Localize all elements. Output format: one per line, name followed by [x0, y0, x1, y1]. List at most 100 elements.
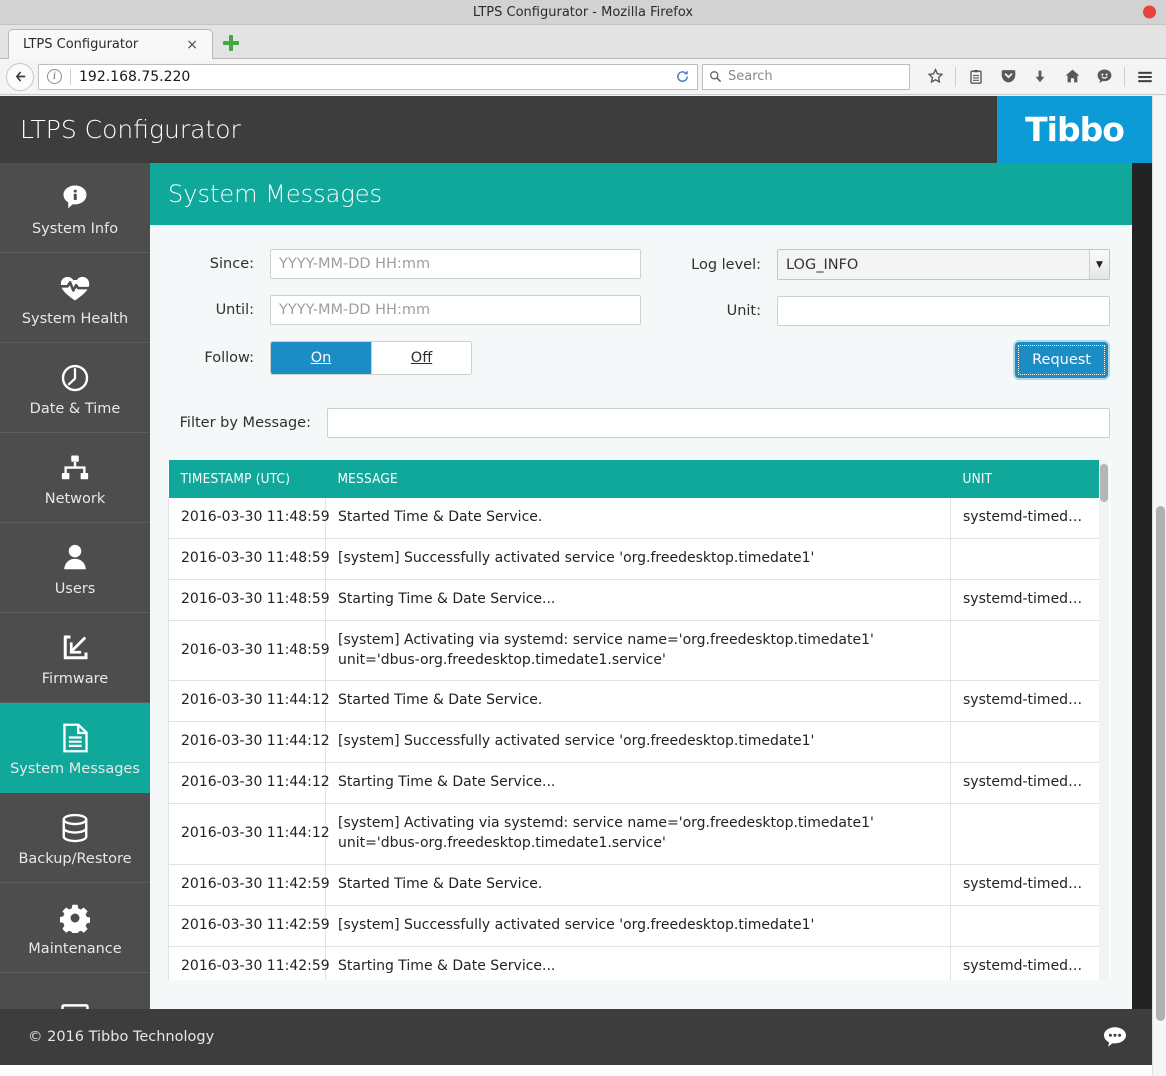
table-row[interactable]: 2016-03-30 11:48:59[system] Activating v… [169, 620, 1101, 681]
table-row[interactable]: 2016-03-30 11:44:12Started Time & Date S… [169, 681, 1101, 722]
table-row[interactable]: 2016-03-30 11:44:12[system] Activating v… [169, 804, 1101, 865]
query-form: Since: Until: Follow: [150, 225, 1132, 438]
table-row[interactable]: 2016-03-30 11:48:59Started Time & Date S… [169, 498, 1101, 538]
pocket-shield-icon[interactable] [993, 63, 1023, 91]
close-icon[interactable]: × [180, 38, 204, 52]
messages-table-zone: TIMESTAMP (UTC) MESSAGE UNIT 2016-03-30 … [150, 460, 1132, 980]
unit-row: Unit: [641, 296, 1110, 326]
messages-table-scroll[interactable]: TIMESTAMP (UTC) MESSAGE UNIT 2016-03-30 … [168, 460, 1110, 980]
column-header-message[interactable]: MESSAGE [326, 460, 951, 498]
page-title: System Messages [168, 180, 382, 208]
download-arrow-icon[interactable] [1025, 63, 1055, 91]
cell-message: Starting Time & Date Service... [326, 579, 951, 620]
follow-label: Follow: [172, 350, 270, 366]
sidebar-item-partial[interactable] [0, 973, 150, 1009]
cell-unit [951, 620, 1101, 681]
table-row[interactable]: 2016-03-30 11:44:12[system] Successfully… [169, 722, 1101, 763]
follow-row: Follow: On Off [172, 341, 641, 375]
clock-icon [60, 359, 90, 397]
filter-by-message-input[interactable] [327, 408, 1110, 438]
cell-timestamp: 2016-03-30 11:44:12 [169, 722, 326, 763]
since-input[interactable] [270, 249, 641, 279]
cell-message: [system] Activating via systemd: service… [326, 620, 951, 681]
page-scrollbar-thumb[interactable] [1156, 506, 1165, 1021]
table-row[interactable]: 2016-03-30 11:42:59[system] Successfully… [169, 905, 1101, 946]
smiley-icon[interactable] [1089, 63, 1119, 91]
browser-tab[interactable]: LTPS Configurator × [8, 29, 213, 59]
cell-timestamp: 2016-03-30 11:42:59 [169, 946, 326, 980]
request-button[interactable]: Request [1015, 342, 1108, 378]
sidebar-item-label: System Info [32, 221, 118, 237]
since-row: Since: [172, 249, 641, 279]
window-close-button[interactable] [1143, 6, 1156, 19]
table-row[interactable]: 2016-03-30 11:44:12Starting Time & Date … [169, 763, 1101, 804]
sidebar-item-label: Network [45, 491, 106, 507]
cell-timestamp: 2016-03-30 11:42:59 [169, 905, 326, 946]
site-info-icon[interactable]: i [47, 69, 62, 84]
reader-list-icon[interactable] [961, 63, 991, 91]
column-header-unit[interactable]: UNIT [951, 460, 1101, 498]
sidebar-item-backup-restore[interactable]: Backup/Restore [0, 793, 150, 883]
table-scrollbar-thumb[interactable] [1100, 464, 1108, 502]
form-column-left: Since: Until: Follow: [172, 249, 641, 394]
table-row[interactable]: 2016-03-30 11:42:59Starting Time & Date … [169, 946, 1101, 980]
sidebar-item-network[interactable]: Network [0, 433, 150, 523]
table-row[interactable]: 2016-03-30 11:42:59Started Time & Date S… [169, 864, 1101, 905]
cell-unit: systemd-timedat... [951, 579, 1101, 620]
star-icon[interactable] [920, 63, 950, 91]
until-input[interactable] [270, 295, 641, 325]
cell-timestamp: 2016-03-30 11:48:59 [169, 579, 326, 620]
sidebar-item-label: System Messages [10, 761, 140, 777]
unit-input[interactable] [777, 296, 1110, 326]
cell-timestamp: 2016-03-30 11:48:59 [169, 620, 326, 681]
log-level-row: Log level: ▼ [641, 249, 1110, 280]
app-title: LTPS Configurator [0, 115, 241, 144]
search-placeholder: Search [728, 69, 773, 84]
column-header-timestamp[interactable]: TIMESTAMP (UTC) [169, 460, 326, 498]
follow-off-button[interactable]: Off [371, 342, 471, 374]
until-label: Until: [172, 302, 270, 318]
system-messages-table: TIMESTAMP (UTC) MESSAGE UNIT 2016-03-30 … [168, 460, 1101, 980]
table-scrollbar[interactable] [1099, 460, 1109, 980]
page-viewport: LTPS Configurator Tibbo System Info [0, 96, 1166, 1076]
address-bar[interactable]: i 192.168.75.220 [38, 64, 698, 90]
browser-window: LTPS Configurator - Mozilla Firefox LTPS… [0, 0, 1166, 1076]
tab-label: LTPS Configurator [23, 37, 180, 52]
sidebar-item-firmware[interactable]: Firmware [0, 613, 150, 703]
sidebar-item-maintenance[interactable]: Maintenance [0, 883, 150, 973]
sidebar-item-system-health[interactable]: System Health [0, 253, 150, 343]
table-header: TIMESTAMP (UTC) MESSAGE UNIT [169, 460, 1101, 498]
chat-bubble-icon[interactable] [1100, 1025, 1130, 1049]
follow-toggle-group: On Off [270, 341, 472, 375]
table-row[interactable]: 2016-03-30 11:48:59[system] Successfully… [169, 538, 1101, 579]
sidebar-item-date-time[interactable]: Date & Time [0, 343, 150, 433]
table-row[interactable]: 2016-03-30 11:48:59Starting Time & Date … [169, 579, 1101, 620]
list-box-icon [60, 997, 90, 1010]
search-icon [709, 70, 722, 83]
tibbo-logo: Tibbo [997, 96, 1152, 163]
follow-on-button[interactable]: On [271, 342, 371, 374]
cell-unit: systemd-timedat... [951, 864, 1101, 905]
search-input[interactable]: Search [702, 64, 910, 90]
sidebar-item-system-messages[interactable]: System Messages [0, 703, 150, 793]
hamburger-menu-icon[interactable] [1130, 63, 1160, 91]
form-column-right: Log level: ▼ Unit: [641, 249, 1110, 394]
sidebar-item-label: System Health [22, 311, 128, 327]
until-row: Until: [172, 295, 641, 325]
sidebar-item-system-info[interactable]: System Info [0, 163, 150, 253]
window-title: LTPS Configurator - Mozilla Firefox [473, 5, 693, 20]
home-icon[interactable] [1057, 63, 1087, 91]
plus-icon[interactable] [221, 33, 241, 53]
sidebar-item-users[interactable]: Users [0, 523, 150, 613]
cell-unit: systemd-timedat... [951, 946, 1101, 980]
document-lines-icon [62, 719, 89, 757]
sidebar-item-label: Date & Time [30, 401, 121, 417]
back-arrow-icon[interactable] [6, 63, 34, 91]
log-level-select[interactable] [777, 249, 1110, 280]
system-messages-panel: System Messages Since: [150, 163, 1132, 1009]
page-scrollbar[interactable] [1152, 96, 1166, 1076]
tab-strip: LTPS Configurator × [0, 25, 1166, 59]
filter-label: Filter by Message: [172, 415, 327, 431]
reload-icon[interactable] [669, 65, 695, 89]
navigation-toolbar: i 192.168.75.220 Search [0, 59, 1166, 95]
